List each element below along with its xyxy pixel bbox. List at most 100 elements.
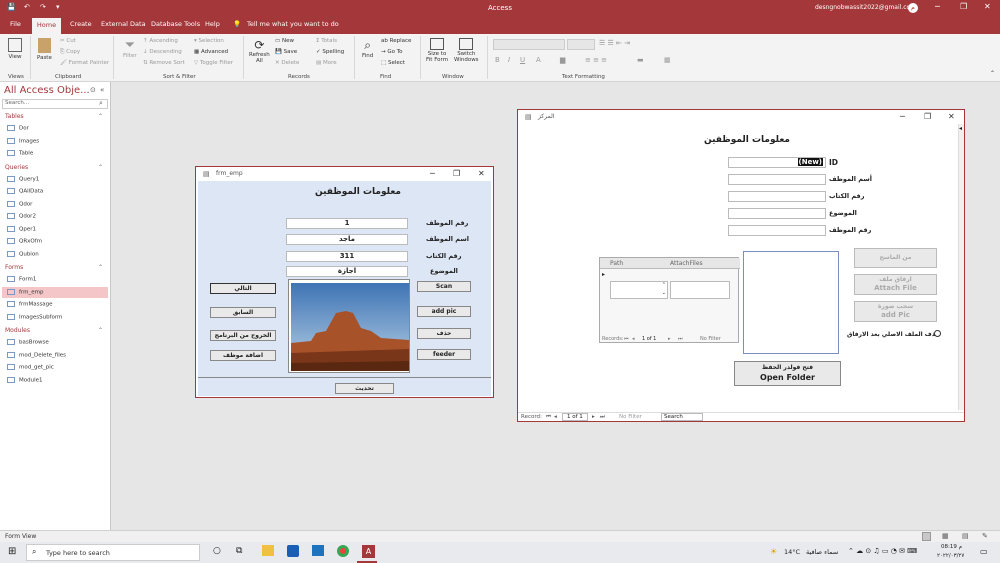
collapse-section-icon[interactable]: ⌃ <box>98 327 103 334</box>
minimize-icon[interactable]: ─ <box>900 112 905 121</box>
delete-pic-button[interactable]: حذف <box>417 328 471 339</box>
nav-item[interactable]: Form1 <box>7 276 36 283</box>
nav-section-queries[interactable]: Queries <box>5 164 28 171</box>
exit-program-button[interactable]: الخروج من البرنامج <box>210 330 276 341</box>
descending-button[interactable]: ↓ Descending <box>143 49 182 55</box>
nav-item[interactable]: Qper1 <box>7 225 36 232</box>
next-button[interactable]: التالي <box>210 283 276 294</box>
grid-next-icon[interactable]: ▸ <box>668 336 671 342</box>
save-record-button[interactable]: 💾 Save <box>275 49 297 55</box>
vertical-scrollbar[interactable]: ◂ <box>958 124 964 410</box>
refresh-all-button[interactable]: ⟳ Refresh All <box>249 38 270 64</box>
save-icon[interactable]: 💾 <box>7 3 16 11</box>
nav-section-forms[interactable]: Forms <box>5 264 23 271</box>
close-icon[interactable]: ✕ <box>984 2 991 11</box>
new-record-button[interactable]: ▭ New <box>275 38 294 44</box>
collapse-section-icon[interactable]: ⌃ <box>98 164 103 171</box>
cortana-icon[interactable]: ○ <box>213 546 221 556</box>
previous-button[interactable]: السابق <box>210 307 276 318</box>
user-email[interactable]: desngnobwassit2022@gmail.com <box>815 4 916 11</box>
tab-external-data[interactable]: External Data <box>101 20 146 28</box>
file-explorer-icon[interactable] <box>262 545 274 556</box>
tab-database-tools[interactable]: Database Tools <box>151 20 200 28</box>
first-record-icon[interactable]: ⏮ <box>546 414 551 421</box>
record-count[interactable]: 1 of 1 <box>562 413 588 421</box>
prev-record-icon[interactable]: ◂ <box>554 414 557 420</box>
nav-item[interactable]: Qdor2 <box>7 213 36 220</box>
filter-button[interactable]: ⏷ Filter <box>123 38 137 59</box>
goto-button[interactable]: → Go To <box>381 49 403 55</box>
nav-item[interactable]: mod_Delete_files <box>7 351 66 358</box>
restore-icon[interactable]: ❐ <box>453 169 460 178</box>
subject-field[interactable]: اجازة <box>286 266 408 277</box>
chrome-icon[interactable] <box>337 545 349 557</box>
gridlines-icon[interactable]: ▦ <box>664 56 671 64</box>
weather-text[interactable]: سماء صافية <box>806 548 838 556</box>
collapse-ribbon-icon[interactable]: ⌃ <box>990 70 995 77</box>
nav-section-modules[interactable]: Modules <box>5 327 30 334</box>
more-button[interactable]: ▤ More <box>316 60 337 66</box>
nav-item[interactable]: Qubion <box>7 250 39 257</box>
tab-file[interactable]: File <box>10 20 21 28</box>
scan-button[interactable]: Scan <box>417 281 471 292</box>
next-record-icon[interactable]: ▸ <box>592 414 595 420</box>
record-search-input[interactable]: Search <box>661 413 703 421</box>
cut-button[interactable]: ✂ Cut <box>60 38 76 44</box>
nav-item[interactable]: Qdor <box>7 200 32 207</box>
collapse-nav-icon[interactable]: « <box>100 86 104 94</box>
taskbar-search-box[interactable]: ⌕ Type here to search <box>26 544 200 561</box>
last-record-icon[interactable]: ⏭ <box>600 414 605 421</box>
tab-help[interactable]: Help <box>205 20 220 28</box>
tray-icons[interactable]: ⌃ ☁ ⊙ ♫ ▭ ◔ ✉ ⌨ <box>848 547 917 555</box>
attach-file-button[interactable]: ارفاق ملف Attach File <box>854 274 937 295</box>
nav-menu-icon[interactable]: ⊙ <box>90 86 96 94</box>
bullets-icon[interactable]: ☰ ☰ ⇤ ⇥ <box>599 39 630 47</box>
employee-number-field[interactable]: 1 <box>286 218 408 229</box>
close-icon[interactable]: ✕ <box>948 112 955 121</box>
from-scanner-button[interactable]: من الماسح <box>854 248 937 268</box>
nav-item[interactable]: ImagesSubform <box>7 313 62 320</box>
datasheet-view-icon[interactable]: ▦ <box>942 532 949 540</box>
nav-item[interactable]: Dor <box>7 125 29 132</box>
delete-button[interactable]: ✕ Delete <box>275 60 299 66</box>
nav-item[interactable]: frmMassage <box>7 301 53 308</box>
spinner-up-icon[interactable]: ⌃ <box>662 282 666 288</box>
grid-filter-status[interactable]: No Filter <box>700 336 721 342</box>
book-number-input[interactable] <box>728 191 826 202</box>
undo-icon[interactable]: ↶ <box>24 3 30 11</box>
id-field[interactable]: (New) <box>728 157 826 168</box>
customize-icon[interactable]: ▾ <box>56 3 60 11</box>
layout-view-icon[interactable]: ▤ <box>962 532 969 540</box>
format-painter-button[interactable]: 🖌 Format Painter <box>60 60 109 66</box>
access-icon[interactable]: A <box>362 545 375 558</box>
add-pic-button[interactable]: سحب صورة add Pic <box>854 301 937 322</box>
add-pic-button[interactable]: add pic <box>417 306 471 317</box>
view-button[interactable]: View <box>8 38 22 60</box>
close-icon[interactable]: ✕ <box>478 169 485 178</box>
open-folder-button[interactable]: فتح فولدر الحفظ Open Folder <box>734 361 841 386</box>
grid-last-icon[interactable]: ⏭ <box>678 336 683 342</box>
collapse-section-icon[interactable]: ⌃ <box>98 113 103 120</box>
restore-icon[interactable]: ❐ <box>924 112 931 121</box>
nav-section-tables[interactable]: Tables <box>5 113 24 120</box>
nav-item[interactable]: QAllData <box>7 188 43 195</box>
bold-icon[interactable]: B <box>495 56 500 64</box>
underline-icon[interactable]: U <box>520 56 525 64</box>
nav-item[interactable]: QRxOfm <box>7 238 42 245</box>
align-icon[interactable]: ≡ ≡ ≡ <box>585 56 607 64</box>
task-view-icon[interactable]: ⧉ <box>236 546 242 556</box>
spelling-button[interactable]: ✓ Spelling <box>316 49 344 55</box>
find-button[interactable]: ⌕ Find <box>362 38 373 59</box>
nav-item[interactable]: frm_emp <box>7 288 43 295</box>
employee-name-field[interactable]: ماجد <box>286 234 408 245</box>
size-to-fit-button[interactable]: Size to Fit Form <box>426 38 448 63</box>
clock-date[interactable]: ٢٠٢٢/٠٣/٢٧ <box>937 553 964 559</box>
nav-item[interactable]: Module1 <box>7 376 43 383</box>
nav-search-input[interactable]: Search... <box>2 99 108 109</box>
font-color-icon[interactable]: A <box>536 56 541 64</box>
nav-title[interactable]: All Access Obje... <box>4 85 90 96</box>
italic-icon[interactable]: I <box>508 56 510 64</box>
copy-button[interactable]: ⎘ Copy <box>60 49 80 56</box>
update-button[interactable]: تحديث <box>335 383 394 394</box>
design-view-icon[interactable]: ✎ <box>982 532 988 540</box>
